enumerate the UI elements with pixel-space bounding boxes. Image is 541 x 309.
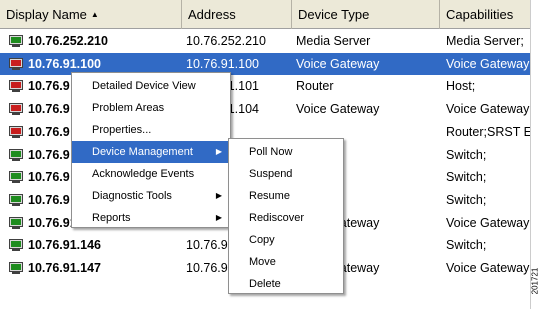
context-menu: Detailed Device View Problem Areas Propert… <box>71 72 231 228</box>
device-status-icon <box>9 193 23 206</box>
device-status-icon <box>9 35 23 47</box>
column-header-capabilities[interactable]: Capabilities <box>440 0 530 29</box>
device-status-icon <box>9 148 23 161</box>
capabilities-cell: Switch; <box>446 192 487 207</box>
sort-ascending-icon: ▲ <box>90 10 99 19</box>
column-header-display-name[interactable]: Display Name ▲ <box>0 0 182 29</box>
device-name: 10.76.9 <box>28 79 70 94</box>
menu-item-label: Reports <box>92 212 131 224</box>
submenu-arrow-icon: ▶ <box>215 213 222 222</box>
menu-item-label: Properties... <box>92 124 152 136</box>
display-name-cell: 10.76.91.147 <box>9 257 184 279</box>
submenu-item[interactable]: Poll Now <box>229 141 343 163</box>
capabilities-cell: Media Server; <box>446 34 524 48</box>
figure-id: 201721 <box>529 256 541 306</box>
context-menu-item[interactable]: Acknowledge Events <box>72 163 230 185</box>
context-menu-item[interactable]: Problem Areas <box>72 97 230 119</box>
device-name: 10.76.91.146 <box>28 238 101 253</box>
capabilities-cell: Switch; <box>446 147 487 162</box>
address-cell: 10.76.252.210 <box>186 34 266 48</box>
menu-item-label: Rediscover <box>249 212 305 224</box>
submenu-item[interactable]: Copy <box>229 229 343 251</box>
capabilities-cell: Host; <box>446 79 476 94</box>
device-name: 10.76.9 <box>28 147 70 162</box>
submenu-item[interactable]: Rediscover <box>229 207 343 229</box>
capabilities-cell: Switch; <box>446 238 487 253</box>
device-management-submenu: Poll Now Suspend Resume Rediscover Copy Move D… <box>228 138 344 294</box>
submenu-arrow-icon: ▶ <box>215 191 222 200</box>
menu-item-label: Resume <box>249 190 290 202</box>
context-menu-item[interactable]: Reports ▶ <box>72 207 230 229</box>
device-status-icon <box>9 103 23 116</box>
submenu-arrow-icon: ▶ <box>215 147 222 156</box>
device-status-icon <box>9 80 23 93</box>
device-name: 10.76.9 <box>28 124 70 139</box>
device-name: 10.76.9 <box>28 170 70 185</box>
column-header-address[interactable]: Address <box>182 0 292 29</box>
column-header-device-type[interactable]: Device Type <box>292 0 440 29</box>
capabilities-cell: Voice Gateway <box>446 102 530 117</box>
device-status-icon <box>9 125 23 138</box>
menu-item-label: Suspend <box>249 168 293 180</box>
capabilities-cell: Switch; <box>446 170 487 185</box>
capabilities-cell: Voice Gateway <box>446 215 530 230</box>
capabilities-cell: Voice Gateway <box>446 261 530 275</box>
device-name: 10.76.9 <box>28 102 70 117</box>
submenu-item[interactable]: Resume <box>229 185 343 207</box>
device-name: 10.76.252.210 <box>28 34 108 48</box>
device-name: 10.76.91.147 <box>28 261 101 275</box>
submenu-item[interactable]: Move <box>229 251 343 273</box>
menu-item-label: Problem Areas <box>92 102 165 114</box>
column-header-label: Display Name <box>6 7 87 22</box>
figure-id-label: 201721 <box>530 267 540 295</box>
submenu-item[interactable]: Delete <box>229 273 343 295</box>
column-header-label: Address <box>188 7 236 22</box>
device-status-icon <box>9 171 23 184</box>
device-type-cell: Voice Gateway <box>296 102 380 117</box>
menu-item-label: Acknowledge Events <box>92 168 195 180</box>
table-row[interactable]: 10.76.252.210 10.76.252.210 Media Server Me… <box>0 30 530 52</box>
context-menu-item[interactable]: Diagnostic Tools ▶ <box>72 185 230 207</box>
device-name: 10.76.91.100 <box>28 56 101 71</box>
device-status-icon <box>9 239 23 252</box>
menu-item-label: Delete <box>249 278 281 290</box>
menu-item-label: Copy <box>249 234 275 246</box>
device-name: 10.76.9 <box>28 192 70 207</box>
menu-item-label: Diagnostic Tools <box>92 190 172 202</box>
device-status-icon <box>9 262 23 274</box>
display-name-cell: 10.76.91.146 <box>9 234 184 256</box>
capabilities-cell: Voice Gateway <box>446 56 530 71</box>
display-name-cell: 10.76.252.210 <box>9 30 184 52</box>
device-type-cell: Router <box>296 79 334 94</box>
device-status-icon <box>9 57 23 70</box>
menu-item-label: Detailed Device View <box>92 80 196 92</box>
context-menu-item[interactable]: Device Management ▶ <box>72 141 230 163</box>
context-menu-item[interactable]: Properties... <box>72 119 230 141</box>
table-header: Display Name ▲ Address Device Type Capabi… <box>0 0 530 29</box>
device-type-cell: Voice Gateway <box>296 56 380 71</box>
menu-item-label: Device Management <box>92 146 193 158</box>
device-type-cell: Media Server <box>296 34 371 48</box>
column-header-label: Device Type <box>298 7 370 22</box>
context-menu-item[interactable]: Detailed Device View <box>72 75 230 97</box>
capabilities-cell: Router;SRST E <box>446 124 530 139</box>
submenu-item[interactable]: Suspend <box>229 163 343 185</box>
column-header-label: Capabilities <box>446 7 514 22</box>
menu-item-label: Move <box>249 256 276 268</box>
menu-item-label: Poll Now <box>249 146 293 158</box>
device-status-icon <box>9 216 23 229</box>
